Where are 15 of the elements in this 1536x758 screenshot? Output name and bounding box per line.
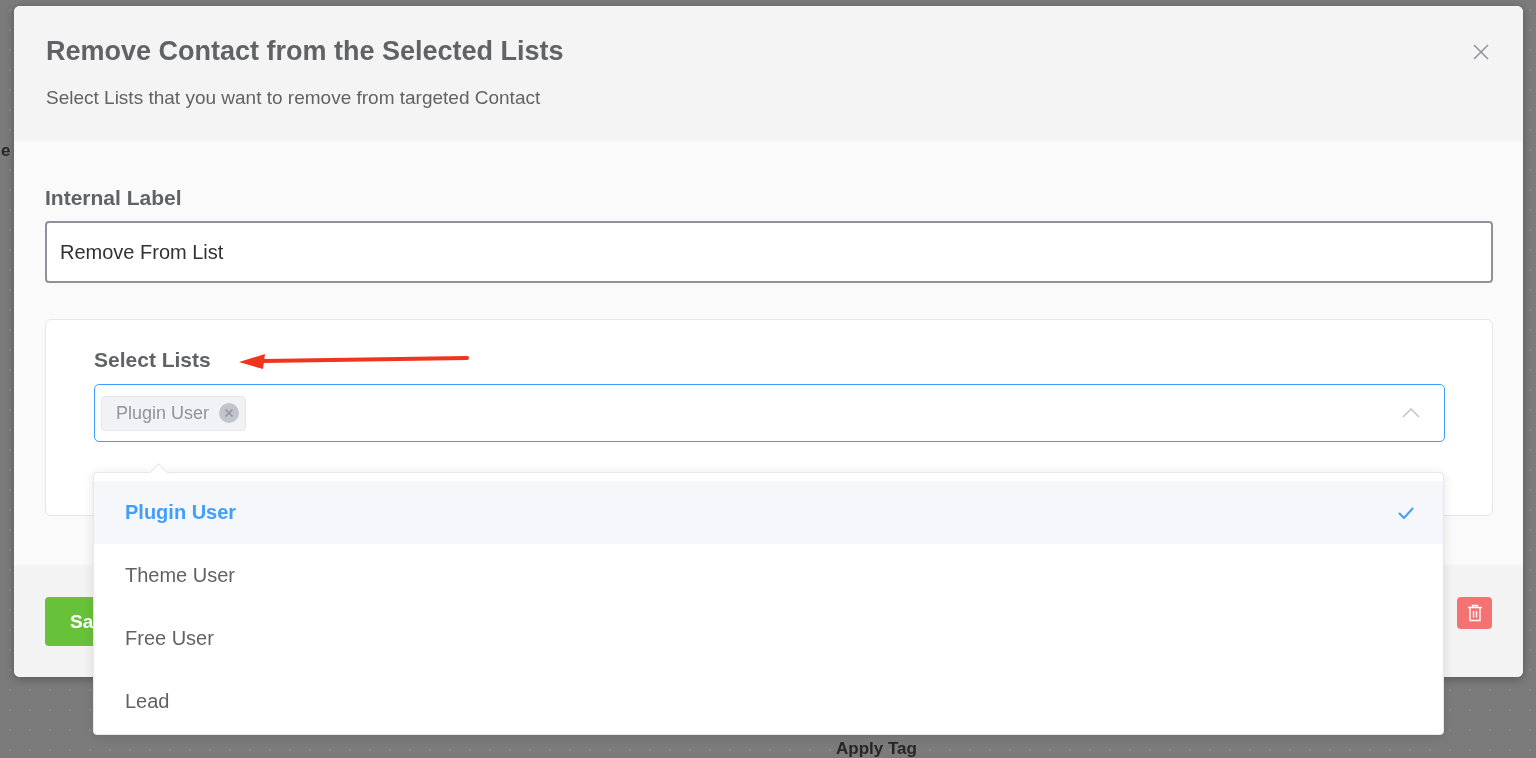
- chevron-up-icon: [1402, 408, 1420, 418]
- close-icon[interactable]: [219, 403, 240, 423]
- modal-title: Remove Contact from the Selected Lists: [46, 36, 564, 67]
- close-icon[interactable]: [1473, 44, 1489, 60]
- dropdown-option[interactable]: Lead: [94, 670, 1443, 733]
- input-field[interactable]: Remove From List: [45, 221, 1493, 283]
- check-icon: [1398, 506, 1414, 519]
- field-label: Select Lists: [94, 348, 211, 372]
- background-text: Apply Tag: [836, 740, 917, 758]
- field-label: Internal Label: [45, 186, 182, 210]
- delete-button[interactable]: [1457, 597, 1492, 629]
- tag-label: Plugin User: [116, 402, 210, 424]
- trash-icon: [1466, 604, 1483, 622]
- modal-subtitle: Select Lists that you want to remove from targeted Contact: [46, 87, 542, 109]
- background-text: e: [1, 142, 11, 160]
